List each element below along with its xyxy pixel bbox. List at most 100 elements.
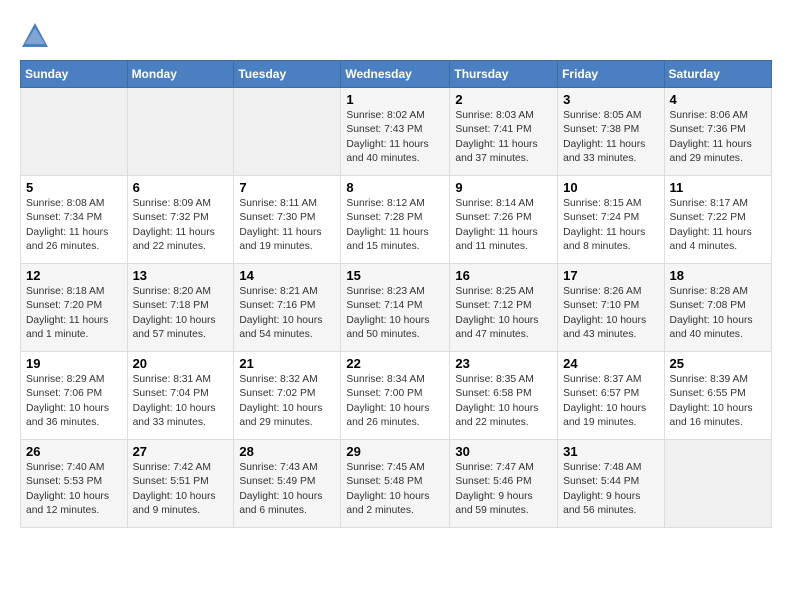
day-info: Sunrise: 7:47 AM Sunset: 5:46 PM Dayligh… [455,461,552,519]
day-number: 8 [346,180,444,195]
weekday-header-tuesday: Tuesday [234,61,341,88]
calendar-cell: 23Sunrise: 8:35 AM Sunset: 6:58 PM Dayli… [450,352,558,440]
calendar-cell: 3Sunrise: 8:05 AM Sunset: 7:38 PM Daylig… [558,88,664,176]
weekday-header-saturday: Saturday [664,61,771,88]
day-number: 4 [670,92,766,107]
calendar-cell: 31 Sunrise: 7:48 AM Sunset: 5:44 PM Dayli… [558,440,664,528]
calendar-cell: 1 Sunrise: 8:02 AM Sunset: 7:43 PM Daylig… [341,88,450,176]
day-info: Sunrise: 8:08 AM Sunset: 7:34 PM Dayligh… [26,197,122,255]
day-info: Sunrise: 7:42 AM Sunset: 5:51 PM Dayligh… [133,461,229,519]
day-number: 22 [346,356,444,371]
calendar-cell: 19 Sunrise: 8:29 AM Sunset: 7:06 PM Dayli… [21,352,128,440]
day-info: Sunrise: 8:32 AM Sunset: 7:02 PM Dayligh… [239,373,335,431]
day-info: Sunrise: 8:03 AM Sunset: 7:41 PM Dayligh… [455,109,552,167]
day-info: Sunrise: 8:31 AM Sunset: 7:04 PM Dayligh… [133,373,229,431]
calendar-cell: 26 Sunrise: 7:40 AM Sunset: 5:53 PM Dayli… [21,440,128,528]
calendar-cell: 28 Sunrise: 7:43 AM Sunset: 5:49 PM Dayli… [234,440,341,528]
day-number: 5 [26,180,122,195]
calendar-week-3: 12 Sunrise: 8:18 AM Sunset: 7:20 PM Dayli… [21,264,772,352]
day-info: Sunrise: 8:21 AM Sunset: 7:16 PM Dayligh… [239,285,335,343]
day-number: 18 [670,268,766,283]
day-number: 1 [346,92,444,107]
day-info: Sunrise: 8:39 AM Sunset: 6:55 PM Dayligh… [670,373,766,431]
calendar-cell: 12 Sunrise: 8:18 AM Sunset: 7:20 PM Dayli… [21,264,128,352]
calendar-cell: 18Sunrise: 8:28 AM Sunset: 7:08 PM Dayli… [664,264,771,352]
day-number: 30 [455,444,552,459]
day-info: Sunrise: 7:48 AM Sunset: 5:44 PM Dayligh… [563,461,658,519]
day-info: Sunrise: 7:45 AM Sunset: 5:48 PM Dayligh… [346,461,444,519]
day-info: Sunrise: 8:29 AM Sunset: 7:06 PM Dayligh… [26,373,122,431]
day-info: Sunrise: 8:37 AM Sunset: 6:57 PM Dayligh… [563,373,658,431]
calendar-body: 1 Sunrise: 8:02 AM Sunset: 7:43 PM Daylig… [21,88,772,528]
calendar-cell: 20 Sunrise: 8:31 AM Sunset: 7:04 PM Dayli… [127,352,234,440]
calendar-week-5: 26 Sunrise: 7:40 AM Sunset: 5:53 PM Dayli… [21,440,772,528]
day-number: 19 [26,356,122,371]
calendar-cell: 7 Sunrise: 8:11 AM Sunset: 7:30 PM Daylig… [234,176,341,264]
calendar-week-1: 1 Sunrise: 8:02 AM Sunset: 7:43 PM Daylig… [21,88,772,176]
logo-icon [20,20,50,50]
day-number: 13 [133,268,229,283]
day-number: 11 [670,180,766,195]
day-number: 26 [26,444,122,459]
day-number: 7 [239,180,335,195]
calendar-cell [21,88,128,176]
day-number: 6 [133,180,229,195]
day-info: Sunrise: 8:06 AM Sunset: 7:36 PM Dayligh… [670,109,766,167]
day-info: Sunrise: 8:11 AM Sunset: 7:30 PM Dayligh… [239,197,335,255]
day-number: 21 [239,356,335,371]
weekday-header-monday: Monday [127,61,234,88]
calendar-cell: 22Sunrise: 8:34 AM Sunset: 7:00 PM Dayli… [341,352,450,440]
day-info: Sunrise: 8:26 AM Sunset: 7:10 PM Dayligh… [563,285,658,343]
day-info: Sunrise: 8:17 AM Sunset: 7:22 PM Dayligh… [670,197,766,255]
weekday-header-row: SundayMondayTuesdayWednesdayThursdayFrid… [21,61,772,88]
weekday-header-friday: Friday [558,61,664,88]
day-number: 25 [670,356,766,371]
day-number: 20 [133,356,229,371]
day-number: 10 [563,180,658,195]
calendar-cell: 14 Sunrise: 8:21 AM Sunset: 7:16 PM Dayli… [234,264,341,352]
calendar-cell: 29 Sunrise: 7:45 AM Sunset: 5:48 PM Dayli… [341,440,450,528]
calendar-cell: 13 Sunrise: 8:20 AM Sunset: 7:18 PM Dayli… [127,264,234,352]
calendar-week-4: 19 Sunrise: 8:29 AM Sunset: 7:06 PM Dayli… [21,352,772,440]
calendar-cell: 15 Sunrise: 8:23 AM Sunset: 7:14 PM Dayli… [341,264,450,352]
day-info: Sunrise: 8:25 AM Sunset: 7:12 PM Dayligh… [455,285,552,343]
day-info: Sunrise: 8:14 AM Sunset: 7:26 PM Dayligh… [455,197,552,255]
day-number: 16 [455,268,552,283]
calendar-cell: 6 Sunrise: 8:09 AM Sunset: 7:32 PM Daylig… [127,176,234,264]
day-info: Sunrise: 8:12 AM Sunset: 7:28 PM Dayligh… [346,197,444,255]
day-number: 31 [563,444,658,459]
day-info: Sunrise: 8:15 AM Sunset: 7:24 PM Dayligh… [563,197,658,255]
calendar-cell: 27Sunrise: 7:42 AM Sunset: 5:51 PM Dayli… [127,440,234,528]
calendar-cell: 11 Sunrise: 8:17 AM Sunset: 7:22 PM Dayli… [664,176,771,264]
calendar-cell: 30 Sunrise: 7:47 AM Sunset: 5:46 PM Dayli… [450,440,558,528]
calendar-cell: 21 Sunrise: 8:32 AM Sunset: 7:02 PM Dayli… [234,352,341,440]
calendar-cell: 4 Sunrise: 8:06 AM Sunset: 7:36 PM Daylig… [664,88,771,176]
day-info: Sunrise: 8:23 AM Sunset: 7:14 PM Dayligh… [346,285,444,343]
day-info: Sunrise: 7:43 AM Sunset: 5:49 PM Dayligh… [239,461,335,519]
day-number: 12 [26,268,122,283]
day-number: 2 [455,92,552,107]
day-number: 15 [346,268,444,283]
weekday-header-thursday: Thursday [450,61,558,88]
day-number: 14 [239,268,335,283]
calendar-cell [664,440,771,528]
calendar-cell [127,88,234,176]
weekday-header-sunday: Sunday [21,61,128,88]
day-number: 9 [455,180,552,195]
day-info: Sunrise: 8:20 AM Sunset: 7:18 PM Dayligh… [133,285,229,343]
logo [20,20,54,50]
day-info: Sunrise: 8:05 AM Sunset: 7:38 PM Dayligh… [563,109,658,167]
day-info: Sunrise: 8:35 AM Sunset: 6:58 PM Dayligh… [455,373,552,431]
day-info: Sunrise: 8:18 AM Sunset: 7:20 PM Dayligh… [26,285,122,343]
calendar-cell: 9 Sunrise: 8:14 AM Sunset: 7:26 PM Daylig… [450,176,558,264]
day-info: Sunrise: 8:09 AM Sunset: 7:32 PM Dayligh… [133,197,229,255]
day-info: Sunrise: 8:02 AM Sunset: 7:43 PM Dayligh… [346,109,444,167]
calendar-cell [234,88,341,176]
day-info: Sunrise: 7:40 AM Sunset: 5:53 PM Dayligh… [26,461,122,519]
calendar-cell: 5 Sunrise: 8:08 AM Sunset: 7:34 PM Daylig… [21,176,128,264]
day-number: 29 [346,444,444,459]
day-number: 28 [239,444,335,459]
calendar-cell: 8 Sunrise: 8:12 AM Sunset: 7:28 PM Daylig… [341,176,450,264]
calendar-week-2: 5 Sunrise: 8:08 AM Sunset: 7:34 PM Daylig… [21,176,772,264]
calendar-cell: 10 Sunrise: 8:15 AM Sunset: 7:24 PM Dayli… [558,176,664,264]
